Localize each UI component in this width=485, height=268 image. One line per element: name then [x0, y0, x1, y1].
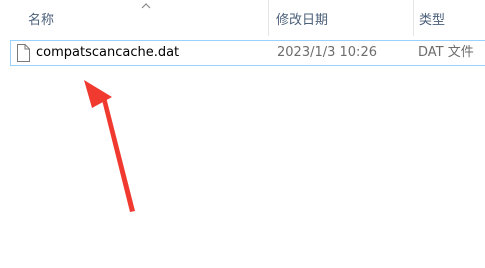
- column-header-type-label: 类型: [419, 12, 446, 28]
- column-header-name[interactable]: 名称: [0, 0, 269, 36]
- file-type: DAT 文件: [418, 45, 474, 60]
- file-date-modified: 2023/1/3 10:26: [277, 45, 377, 60]
- column-header-type[interactable]: 类型: [414, 0, 485, 36]
- column-header-name-label: 名称: [28, 12, 55, 28]
- column-header-row: 名称 修改日期 类型: [0, 0, 485, 36]
- column-header-date-modified[interactable]: 修改日期: [269, 0, 414, 36]
- column-header-date-label: 修改日期: [276, 12, 329, 28]
- file-list-view: 名称 修改日期 类型 compatscancache.dat 2023/1/3 …: [0, 0, 485, 268]
- file-row[interactable]: compatscancache.dat 2023/1/3 10:26 DAT 文…: [10, 40, 485, 66]
- red-arrow-icon: [102, 99, 135, 212]
- red-arrow-head: [84, 80, 112, 108]
- file-name: compatscancache.dat: [36, 45, 180, 60]
- file-icon: [17, 44, 30, 62]
